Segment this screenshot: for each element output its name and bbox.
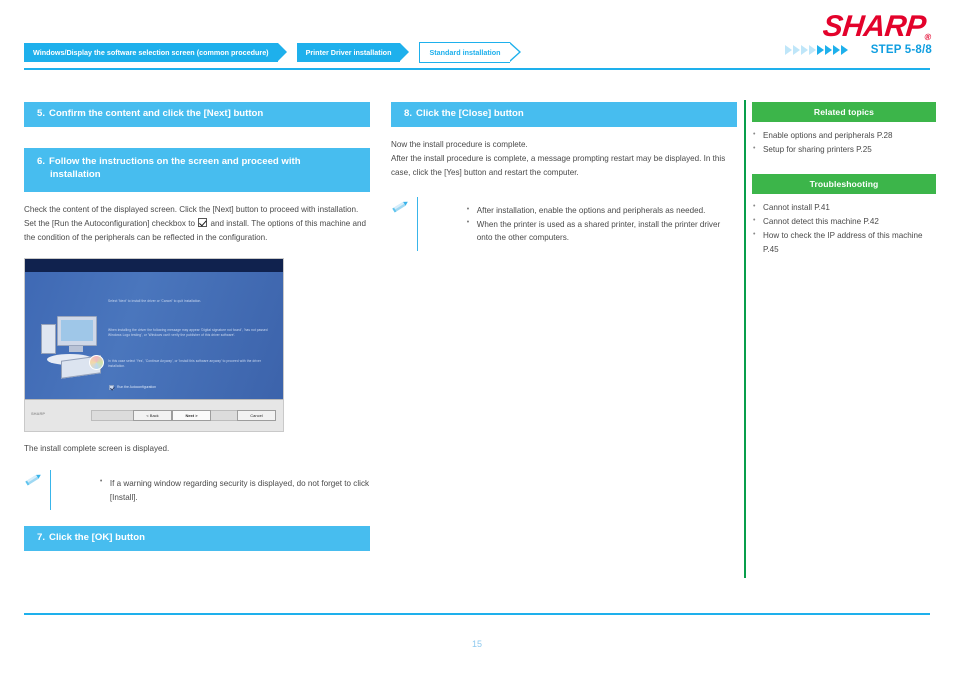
installer-brand-label: SHARP [31,410,46,416]
step-6-body: Check the content of the displayed scree… [24,203,370,245]
triangle-filled-icon [816,45,824,55]
troubleshooting-link: Cannot detect this machine P.42 [763,217,879,227]
triangle-filled-icon [824,45,832,55]
breadcrumb-item-3[interactable]: Standard installation [419,42,521,63]
installer-paragraph-3: In this case select 'Yes', 'Continue Any… [108,358,262,368]
list-item[interactable]: How to check the IP address of this mach… [752,229,936,255]
step-8-body: Now the install procedure is complete. A… [391,138,737,180]
triangle-hollow-icon [808,45,816,55]
related-topics-header: Related topics [752,102,936,122]
step-6-title-line1: Follow the instructions on the screen an… [49,155,301,167]
column-divider-green [744,100,746,578]
note-block-left: If a warning window regarding security i… [24,469,370,512]
computer-printer-illustration [41,314,115,384]
installer-screenshot: Select 'Next' to install the driver or '… [24,257,284,432]
step-5-title: Confirm the content and click the [Next]… [49,108,264,119]
footer-divider [24,613,930,615]
installer-body: Select 'Next' to install the driver or '… [25,271,283,401]
breadcrumb-item-1-label: Windows/Display the software selection s… [33,48,269,57]
install-complete-caption: The install complete screen is displayed… [24,443,170,453]
step-8-body-line1: Now the install procedure is complete. [391,139,528,149]
list-item[interactable]: Setup for sharing printers P.25 [752,143,936,156]
installer-paragraph-2: When installing the driver the following… [108,327,268,337]
registered-mark-icon: ® [924,32,932,42]
list-item[interactable]: Cannot install P.41 [752,201,936,214]
list-item: If a warning window regarding security i… [100,476,370,504]
breadcrumb-item-3-label: Standard installation [429,48,501,57]
installer-autoconfig-label: Run the Autoconfiguration [117,385,157,390]
installer-back-button[interactable]: < Back [133,409,172,421]
triangle-hollow-icon [792,45,800,55]
step-6-number: 6. [37,155,46,167]
left-column: 5. Confirm the content and click the [Nex… [24,102,370,552]
troubleshooting-header: Troubleshooting [752,174,936,195]
pencil-note-icon [24,470,44,488]
breadcrumb-item-2[interactable]: Printer Driver installation [296,43,410,62]
pencil-note-icon [391,197,411,215]
installer-titlebar [25,258,283,272]
list-item: After installation, enable the options a… [467,204,737,218]
header-divider [24,68,930,70]
sharp-logo-text: SHARP [821,10,928,43]
step-8-number: 8. [404,108,413,119]
triangle-hollow-icon [800,45,808,55]
note-block-mid: After installation, enable the options a… [391,196,737,253]
list-item[interactable]: Cannot detect this machine P.42 [752,215,936,228]
step-7-title: Click the [OK] button [49,532,145,544]
note-rule [417,196,418,251]
monitor-icon [57,315,97,346]
note-rule [50,469,51,511]
pc-tower-icon [41,323,56,354]
related-topic-link: Setup for sharing printers P.25 [763,145,872,155]
step-8-heading: 8. Click the [Close] button [391,102,737,127]
step-7-heading: 7. Click the [OK] button [24,526,370,552]
step-5-heading: 5. Confirm the content and click the [Nex… [24,102,370,127]
page-root: SHARP® Windows/Display the software sele… [0,0,954,675]
breadcrumb: Windows/Display the software selection s… [24,42,529,63]
breadcrumb-item-1[interactable]: Windows/Display the software selection s… [24,43,287,62]
step-8-body-line2: After the install procedure is complete,… [391,153,726,177]
installer-next-button[interactable]: Next > [172,409,211,421]
step-8-title: Click the [Close] button [416,108,524,119]
checkbox-checked-icon [198,217,208,227]
page-number: 15 [471,639,482,649]
triangle-filled-icon [840,45,848,55]
monitor-stand [69,345,83,352]
checkbox-checked-icon [109,384,114,390]
step-indicator: STEP 5-8/8 [784,44,932,56]
installer-autoconfig-checkbox[interactable]: Run the Autoconfiguration [109,384,157,390]
sharp-logo: SHARP® [822,10,934,44]
installer-paragraph-1: Select 'Next' to install the driver or '… [108,298,202,303]
step-6-heading: 6. Follow the instructions on the screen … [24,147,370,192]
related-topic-link: Enable options and peripherals P.28 [763,131,893,140]
troubleshooting-list: Cannot install P.41 Cannot detect this m… [752,201,936,255]
installer-footer: SHARP < Back Next > Cancel [25,398,283,431]
cd-disc-icon [89,354,104,370]
step-progress-markers [784,45,849,55]
step-7-number: 7. [37,532,46,544]
list-item[interactable]: Enable options and peripherals P.28 [752,128,936,142]
triangle-filled-icon [832,45,840,55]
note-list-left: If a warning window regarding security i… [60,476,370,504]
list-item: When the printer is used as a shared pri… [467,217,737,245]
installer-cancel-button[interactable]: Cancel [237,409,276,421]
troubleshooting-link: Cannot install P.41 [763,203,830,213]
right-column: Related topics Enable options and periph… [752,102,936,257]
step-5-number: 5. [37,108,46,119]
triangle-hollow-icon [784,45,792,55]
related-topics-list: Enable options and peripherals P.28 Setu… [752,128,936,156]
note-list-mid: After installation, enable the options a… [427,204,737,245]
troubleshooting-link: How to check the IP address of this mach… [763,231,923,254]
breadcrumb-item-2-label: Printer Driver installation [305,48,392,57]
middle-column: 8. Click the [Close] button Now the insta… [391,102,737,253]
step-counter-label: STEP 5-8/8 [870,44,932,56]
step-6-title-line2: installation [50,168,101,180]
